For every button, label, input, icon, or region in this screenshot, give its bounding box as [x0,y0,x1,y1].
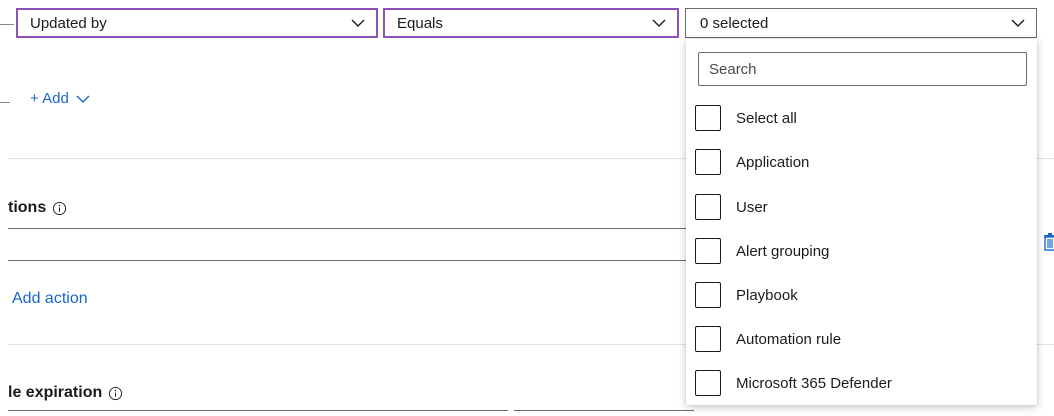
checkbox[interactable] [695,282,721,308]
option-microsoft-365-defender[interactable]: Microsoft 365 Defender [695,370,1025,396]
condition-field-value: Updated by [30,14,107,32]
automation-rule-editor: Updated by Equals 0 selected + Add tions [0,0,1054,416]
value-dropdown-panel: Select all Application User Alert groupi… [686,39,1037,405]
expiration-date-input[interactable] [8,410,508,416]
option-alert-grouping[interactable]: Alert grouping [695,238,1025,264]
checkbox[interactable] [695,149,721,175]
action-select[interactable] [8,228,708,261]
actions-title-text: tions [8,199,47,216]
chevron-down-icon [351,19,365,27]
condition-value-select[interactable]: 0 selected [685,8,1037,38]
expiration-time-input[interactable] [514,410,694,416]
trash-icon[interactable] [1043,233,1054,251]
tree-connector [0,24,14,25]
add-action-button[interactable]: Add action [12,290,88,308]
option-label: Playbook [736,286,798,304]
option-label: Select all [736,109,797,127]
expiration-title-text: le expiration [8,384,103,401]
option-label: Alert grouping [736,242,830,260]
option-application[interactable]: Application [695,149,1025,175]
condition-operator-select[interactable]: Equals [383,8,679,38]
info-icon[interactable] [108,386,123,401]
tree-connector [0,102,10,103]
option-user[interactable]: User [695,194,1025,220]
chevron-down-icon [1011,19,1025,27]
option-label: Application [736,153,810,171]
condition-field-select[interactable]: Updated by [16,8,378,38]
actions-section-title: tions [8,199,67,217]
condition-operator-value: Equals [397,14,443,32]
chevron-down-icon [652,19,666,27]
chevron-down-icon [76,95,90,103]
checkbox[interactable] [695,194,721,220]
search-input[interactable] [698,52,1027,86]
condition-value-summary: 0 selected [700,14,769,32]
option-playbook[interactable]: Playbook [695,282,1025,308]
checkbox[interactable] [695,105,721,131]
option-label: Automation rule [736,330,842,348]
option-automation-rule[interactable]: Automation rule [695,326,1025,352]
checkbox[interactable] [695,326,721,352]
option-label: User [736,198,768,216]
add-condition-label: + Add [30,90,69,107]
expiration-section-title: le expiration [8,384,123,402]
option-label: Microsoft 365 Defender [736,374,892,392]
checkbox[interactable] [695,370,721,396]
add-condition-button[interactable]: + Add [30,90,91,107]
checkbox[interactable] [695,238,721,264]
info-icon[interactable] [52,201,67,216]
option-select-all[interactable]: Select all [695,105,1025,131]
